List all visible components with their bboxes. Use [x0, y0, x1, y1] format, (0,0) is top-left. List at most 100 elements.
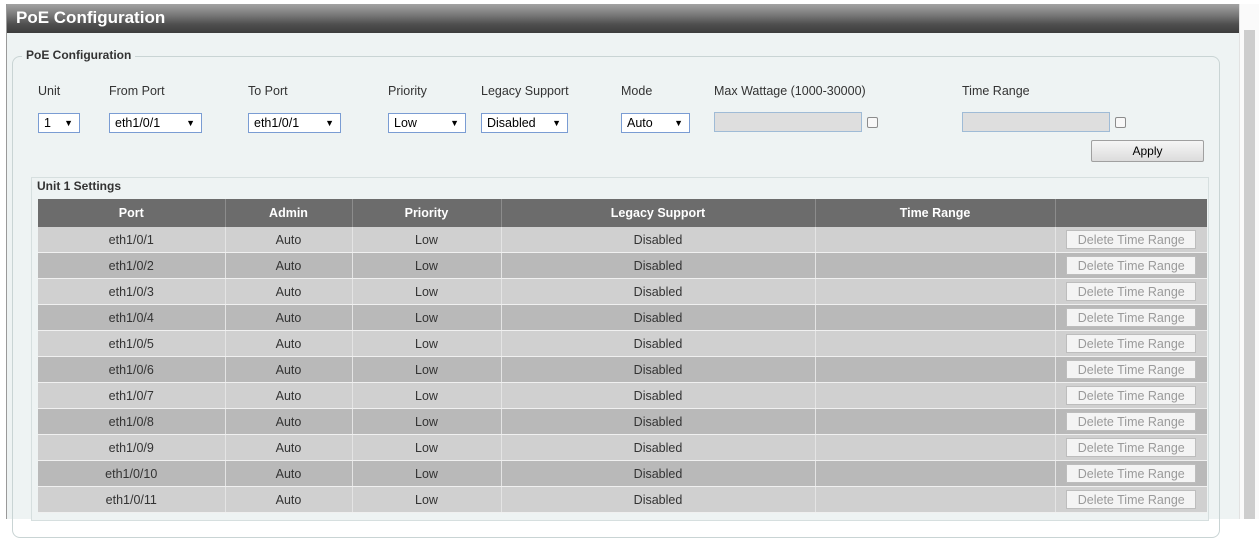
port-cell: eth1/0/6	[38, 356, 225, 383]
dropdown-arrow-icon: ▼	[674, 118, 683, 128]
from-port-select[interactable]: eth1/0/1 ▼	[109, 113, 202, 133]
time-range-cell	[814, 330, 1055, 357]
poe-settings-table: Port Admin Priority Legacy Support Time …	[38, 199, 1207, 513]
port-cell: eth1/0/3	[38, 278, 225, 305]
table-row: eth1/0/2 Auto Low Disabled Delete Time R…	[38, 252, 1207, 279]
port-cell: eth1/0/5	[38, 330, 225, 357]
to-port-select-value: eth1/0/1	[254, 116, 300, 130]
delete-time-range-button[interactable]: Delete Time Range	[1066, 490, 1197, 509]
legacy-support-select[interactable]: Disabled ▼	[481, 113, 568, 133]
delete-time-range-button[interactable]: Delete Time Range	[1066, 230, 1197, 249]
apply-button[interactable]: Apply	[1091, 140, 1204, 162]
delete-time-range-button[interactable]: Delete Time Range	[1066, 308, 1197, 327]
from-port-select-value: eth1/0/1	[115, 116, 161, 130]
action-cell: Delete Time Range	[1054, 330, 1207, 357]
port-cell: eth1/0/11	[38, 486, 225, 513]
vertical-scrollbar[interactable]	[1239, 4, 1259, 519]
port-cell: eth1/0/10	[38, 460, 225, 487]
dropdown-arrow-icon: ▼	[64, 118, 73, 128]
legacy-support-cell: Disabled	[500, 486, 815, 513]
unit-label: Unit	[38, 84, 61, 98]
priority-cell: Low	[351, 434, 501, 461]
table-row: eth1/0/8 Auto Low Disabled Delete Time R…	[38, 408, 1207, 435]
delete-time-range-button[interactable]: Delete Time Range	[1066, 282, 1197, 301]
admin-cell: Auto	[224, 227, 352, 253]
action-cell: Delete Time Range	[1054, 278, 1207, 305]
admin-cell: Auto	[224, 460, 352, 487]
priority-cell: Low	[351, 408, 501, 435]
admin-cell: Auto	[224, 408, 352, 435]
priority-select[interactable]: Low ▼	[388, 113, 466, 133]
admin-cell: Auto	[224, 382, 352, 409]
admin-cell: Auto	[224, 252, 352, 279]
dropdown-arrow-icon: ▼	[450, 118, 459, 128]
dropdown-arrow-icon: ▼	[186, 118, 195, 128]
mode-select[interactable]: Auto ▼	[621, 113, 690, 133]
priority-cell: Low	[351, 486, 501, 513]
time-range-cell	[814, 356, 1055, 383]
priority-cell: Low	[351, 252, 501, 279]
legacy-support-cell: Disabled	[500, 330, 815, 357]
legacy-support-cell: Disabled	[500, 434, 815, 461]
to-port-label: To Port	[248, 84, 288, 98]
table-row: eth1/0/11 Auto Low Disabled Delete Time …	[38, 486, 1207, 513]
unit-select-value: 1	[44, 116, 51, 130]
delete-time-range-button[interactable]: Delete Time Range	[1066, 438, 1197, 457]
priority-select-value: Low	[394, 116, 417, 130]
priority-cell: Low	[351, 460, 501, 487]
column-header-action	[1054, 199, 1207, 227]
to-port-select[interactable]: eth1/0/1 ▼	[248, 113, 341, 133]
admin-cell: Auto	[224, 330, 352, 357]
legacy-support-cell: Disabled	[500, 278, 815, 305]
admin-cell: Auto	[224, 356, 352, 383]
table-row: eth1/0/9 Auto Low Disabled Delete Time R…	[38, 434, 1207, 461]
column-header-legacy-support: Legacy Support	[500, 199, 815, 227]
time-range-cell	[814, 460, 1055, 487]
page-title: PoE Configuration	[16, 8, 166, 27]
column-header-port: Port	[38, 199, 225, 227]
port-cell: eth1/0/8	[38, 408, 225, 435]
table-row: eth1/0/4 Auto Low Disabled Delete Time R…	[38, 304, 1207, 331]
delete-time-range-button[interactable]: Delete Time Range	[1066, 464, 1197, 483]
delete-time-range-button[interactable]: Delete Time Range	[1066, 360, 1197, 379]
column-header-time-range: Time Range	[814, 199, 1055, 227]
priority-cell: Low	[351, 330, 501, 357]
legacy-support-cell: Disabled	[500, 382, 815, 409]
column-header-admin: Admin	[224, 199, 352, 227]
admin-cell: Auto	[224, 486, 352, 513]
delete-time-range-button[interactable]: Delete Time Range	[1066, 386, 1197, 405]
port-cell: eth1/0/9	[38, 434, 225, 461]
dropdown-arrow-icon: ▼	[325, 118, 334, 128]
max-wattage-checkbox[interactable]	[867, 117, 878, 128]
time-range-checkbox[interactable]	[1115, 117, 1126, 128]
time-range-input[interactable]	[962, 112, 1110, 132]
max-wattage-input[interactable]	[714, 112, 862, 132]
legacy-support-select-value: Disabled	[487, 116, 536, 130]
action-cell: Delete Time Range	[1054, 382, 1207, 409]
table-row: eth1/0/1 Auto Low Disabled Delete Time R…	[38, 227, 1207, 253]
time-range-cell	[814, 278, 1055, 305]
unit-select[interactable]: 1 ▼	[38, 113, 80, 133]
delete-time-range-button[interactable]: Delete Time Range	[1066, 334, 1197, 353]
port-cell: eth1/0/4	[38, 304, 225, 331]
scrollbar-thumb[interactable]	[1244, 30, 1255, 519]
table-row: eth1/0/7 Auto Low Disabled Delete Time R…	[38, 382, 1207, 409]
time-range-cell	[814, 227, 1055, 253]
action-cell: Delete Time Range	[1054, 486, 1207, 513]
priority-cell: Low	[351, 278, 501, 305]
priority-cell: Low	[351, 304, 501, 331]
legacy-support-cell: Disabled	[500, 304, 815, 331]
delete-time-range-button[interactable]: Delete Time Range	[1066, 256, 1197, 275]
delete-time-range-button[interactable]: Delete Time Range	[1066, 412, 1197, 431]
time-range-cell	[814, 408, 1055, 435]
action-cell: Delete Time Range	[1054, 227, 1207, 253]
unit-settings-caption: Unit 1 Settings	[37, 179, 122, 193]
table-row: eth1/0/10 Auto Low Disabled Delete Time …	[38, 460, 1207, 487]
time-range-cell	[814, 382, 1055, 409]
table-row: eth1/0/6 Auto Low Disabled Delete Time R…	[38, 356, 1207, 383]
max-wattage-label: Max Wattage (1000-30000)	[714, 84, 866, 98]
admin-cell: Auto	[224, 278, 352, 305]
legacy-support-cell: Disabled	[500, 227, 815, 253]
action-cell: Delete Time Range	[1054, 304, 1207, 331]
port-cell: eth1/0/2	[38, 252, 225, 279]
